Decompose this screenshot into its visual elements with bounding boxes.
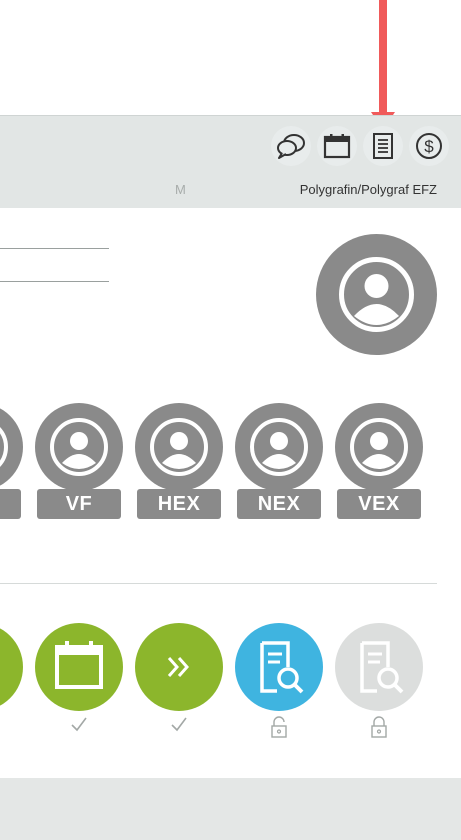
lock-icon (371, 716, 387, 738)
profile-avatar[interactable] (316, 234, 437, 355)
user-avatar-icon (235, 403, 323, 491)
document-search-icon (260, 641, 304, 694)
check-icon (71, 717, 87, 732)
step-calendar[interactable] (35, 623, 123, 711)
calendar-icon (323, 134, 351, 159)
page: $ M Polygrafin/Polygraf EFZ VF HEX NEX V… (0, 0, 461, 840)
footer-bar (0, 778, 461, 840)
header-icon-group: $ (271, 126, 449, 166)
step-document-search-disabled[interactable] (335, 623, 423, 711)
step-forward-check (135, 716, 223, 737)
role-tag (0, 489, 21, 519)
pointer-arrow-shaft (379, 0, 387, 118)
forward-icon (167, 657, 190, 677)
role-tag: VF (37, 489, 121, 519)
section-divider (0, 583, 437, 584)
role-avatar-hex[interactable]: HEX (135, 403, 223, 519)
step-disabled-lock (335, 716, 423, 743)
step-calendar-check (35, 716, 123, 737)
user-avatar-icon (335, 403, 423, 491)
check-icon (171, 717, 187, 732)
payment-button[interactable]: $ (409, 126, 449, 166)
role-avatar-partial[interactable] (0, 403, 23, 519)
role-avatar-vex[interactable]: VEX (335, 403, 423, 519)
user-avatar-icon (0, 408, 23, 486)
role-avatar-nex[interactable]: NEX (235, 403, 323, 519)
role-tag: NEX (237, 489, 321, 519)
calendar-button[interactable] (317, 126, 357, 166)
step-forward[interactable] (135, 623, 223, 711)
form-line-1 (0, 248, 109, 249)
step-active-lock (235, 716, 323, 743)
dollar-icon: $ (416, 133, 442, 159)
chat-button[interactable] (271, 126, 311, 166)
document-icon (373, 133, 393, 159)
svg-text:$: $ (424, 137, 434, 156)
role-avatar-vf[interactable]: VF (35, 403, 123, 519)
header-m-label: M (175, 182, 186, 197)
header-bar: $ M Polygrafin/Polygraf EFZ (0, 115, 461, 208)
chat-icon (277, 134, 305, 159)
user-avatar-icon (35, 403, 123, 491)
calendar-icon (55, 641, 103, 689)
user-avatar-icon (135, 403, 223, 491)
lock-open-icon (271, 716, 287, 738)
role-tag: VEX (337, 489, 421, 519)
form-line-2 (0, 281, 109, 282)
document-button[interactable] (363, 126, 403, 166)
step-partial[interactable] (0, 623, 23, 711)
header-user-label: Polygrafin/Polygraf EFZ (299, 182, 437, 197)
role-tag: HEX (137, 489, 221, 519)
step-document-search-active[interactable] (235, 623, 323, 711)
document-search-icon (360, 641, 404, 694)
